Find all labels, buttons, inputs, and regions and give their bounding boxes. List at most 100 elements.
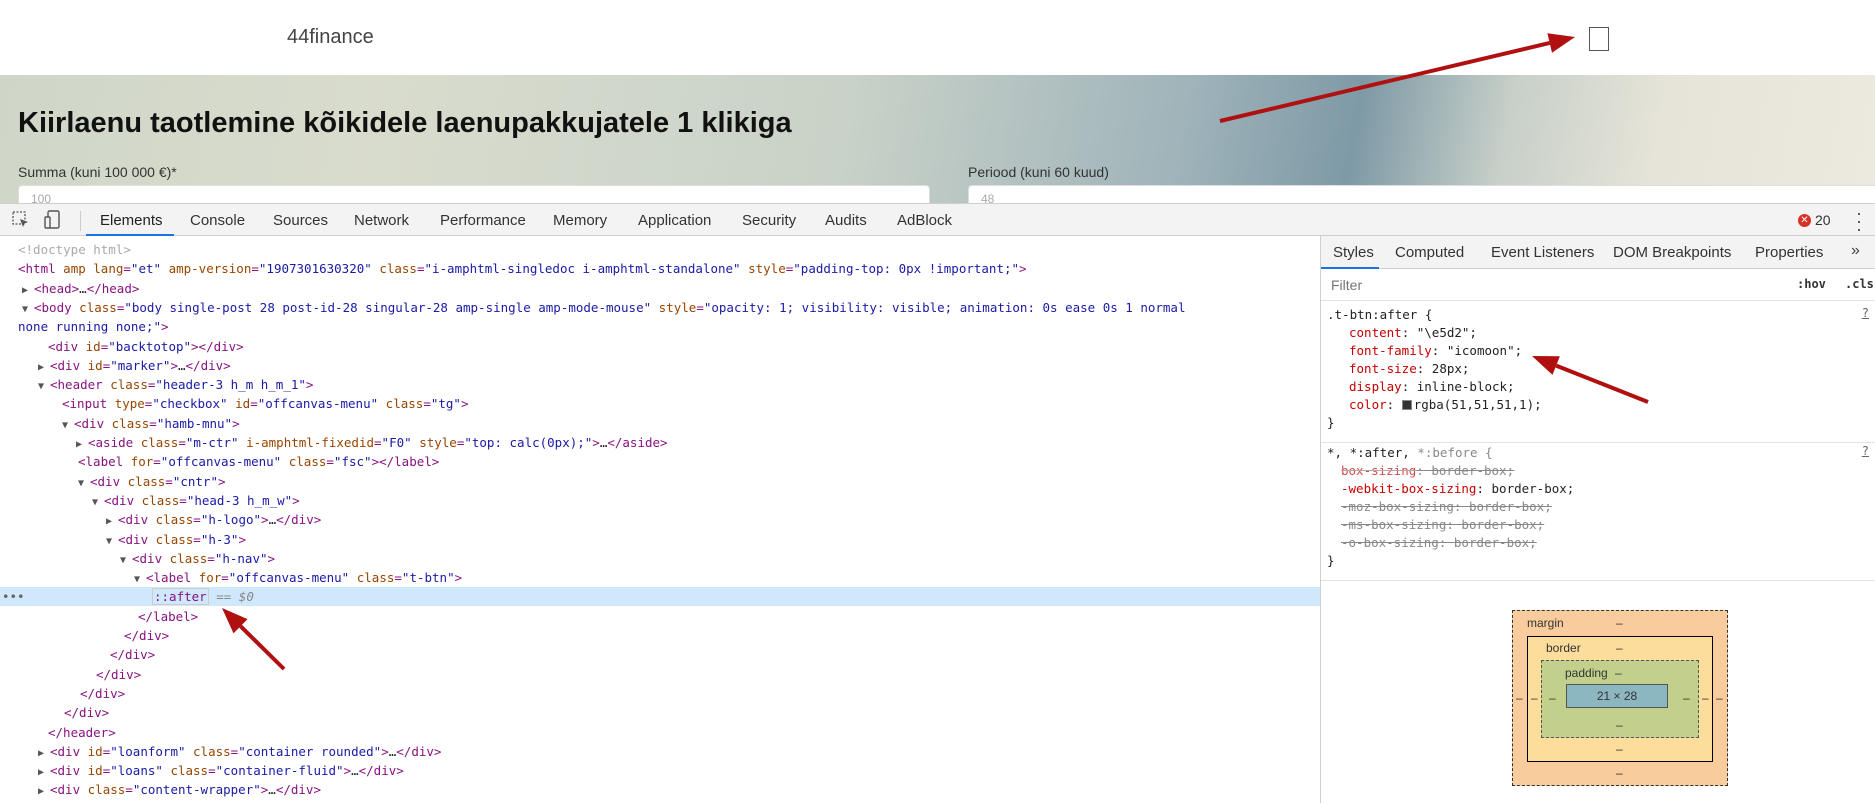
margin-bottom-value[interactable]: – — [1616, 766, 1623, 780]
tab-sources[interactable]: Sources — [273, 212, 328, 229]
dom-tree-node[interactable]: <!doctype html> — [18, 240, 131, 259]
rule-selector-part: *:before { — [1409, 445, 1493, 460]
rule-selector-part: *, *:after, — [1327, 445, 1410, 460]
kebab-menu-icon[interactable]: · · · — [1856, 204, 1862, 238]
dom-tree-node[interactable]: </div> — [80, 684, 125, 703]
padding-left-value[interactable]: – — [1549, 691, 1556, 705]
property-value: "\e5d2"; — [1416, 325, 1477, 340]
dom-tree-node[interactable]: ▼ <header class="header-3 h_m h_m_1"> — [38, 375, 313, 394]
device-toolbar-icon[interactable] — [42, 209, 64, 231]
tab-security[interactable]: Security — [742, 212, 796, 229]
dom-tree-node[interactable]: ▼ <div class="h-3"> — [106, 530, 246, 549]
css-property-overridden[interactable]: box-sizing: border-box; — [1341, 462, 1514, 480]
dom-tree-node[interactable]: ▶ <head>…</head> — [22, 279, 139, 298]
css-property[interactable]: font-size: 28px; — [1349, 360, 1469, 378]
dom-tree-node-selected[interactable]: •••::after == $0 — [0, 587, 1320, 607]
box-model-content[interactable]: 21 × 28 — [1566, 684, 1668, 708]
property-value: border-box; — [1468, 499, 1552, 514]
rule-source-link[interactable]: ? — [1862, 306, 1869, 320]
tab-memory[interactable]: Memory — [553, 212, 607, 229]
period-label: Periood (kuni 60 kuud) — [968, 164, 1109, 180]
dom-tree-node[interactable]: ▶ <div id="loanform" class="container rou… — [38, 742, 441, 761]
tab-performance[interactable]: Performance — [440, 212, 526, 229]
dom-tree-node[interactable]: </div> — [124, 626, 169, 645]
css-property[interactable]: -webkit-box-sizing: border-box; — [1341, 480, 1574, 498]
dom-tree-node[interactable]: </header> — [48, 723, 116, 742]
rule-separator — [1321, 442, 1875, 443]
css-property[interactable]: color: rgba(51,51,51,1); — [1349, 396, 1542, 414]
styles-pane: Styles Computed Event Listeners DOM Brea… — [1321, 236, 1875, 803]
inspect-element-icon[interactable] — [10, 209, 32, 231]
error-icon: ✕ — [1798, 213, 1811, 227]
dom-tree-node[interactable]: <html amp lang="et" amp-version="1907301… — [18, 259, 1027, 278]
dom-tree-node[interactable]: ▶ <aside class="m-ctr" i-amphtml-fixedid=… — [76, 433, 668, 452]
dom-tree-node[interactable]: <div id="backtotop"></div> — [48, 337, 244, 356]
property-value: rgba(51,51,51,1); — [1413, 397, 1542, 412]
tab-computed[interactable]: Computed — [1395, 244, 1464, 261]
tab-dom-breakpoints[interactable]: DOM Breakpoints — [1613, 244, 1731, 261]
dom-tree-node[interactable]: ▶ <div id="loans" class="container-fluid"… — [38, 761, 404, 780]
tab-adblock[interactable]: AdBlock — [897, 212, 952, 229]
dom-tree-node[interactable]: </div> — [96, 665, 141, 684]
border-top-value[interactable]: – — [1616, 641, 1623, 655]
css-property[interactable]: display: inline-block; — [1349, 378, 1515, 396]
margin-left-value[interactable]: – — [1516, 691, 1523, 705]
dom-tree-node[interactable]: <label for="offcanvas-menu" class="fsc">… — [78, 452, 439, 471]
dom-tree-node[interactable]: ▼ <label for="offcanvas-menu" class="t-bt… — [134, 568, 462, 587]
dom-tree-node[interactable]: ▼ <div class="h-nav"> — [120, 549, 275, 568]
dom-tree-node[interactable]: ▶ <div class="content-wrapper">…</div> — [38, 780, 321, 799]
site-logo[interactable]: 44finance — [287, 26, 374, 49]
dom-tree-node[interactable]: ▼ <div class="head-3 h_m_w"> — [92, 491, 300, 510]
padding-top-value[interactable]: – — [1615, 666, 1622, 680]
css-property-overridden[interactable]: -o-box-sizing: border-box; — [1341, 534, 1537, 552]
dom-tree-node[interactable]: none running none;"> — [18, 317, 169, 336]
css-property[interactable]: font-family: "icomoon"; — [1349, 342, 1522, 360]
dom-tree-node[interactable]: </div> — [110, 645, 155, 664]
error-counter[interactable]: ✕ 20 — [1798, 212, 1831, 228]
rule-selector[interactable]: .t-btn:after { — [1327, 306, 1432, 324]
more-tabs-icon[interactable]: » — [1851, 242, 1860, 260]
node-actions-icon: ••• — [2, 589, 25, 605]
property-value: 28px; — [1431, 361, 1470, 376]
margin-top-value[interactable]: – — [1616, 616, 1623, 630]
dom-tree-node[interactable]: ▶ <div class="h-logo">…</div> — [106, 510, 321, 529]
css-property-overridden[interactable]: -moz-box-sizing: border-box; — [1341, 498, 1552, 516]
margin-right-value[interactable]: – — [1716, 691, 1723, 705]
border-left-value[interactable]: – — [1531, 691, 1538, 705]
rule-source-link[interactable]: ? — [1862, 444, 1869, 458]
dom-tree-node[interactable]: ▼ <body class="body single-post 28 post-i… — [22, 298, 1185, 317]
dom-tree-node[interactable]: ▶ <div id="marker">…</div> — [38, 356, 231, 375]
tab-properties[interactable]: Properties — [1755, 244, 1823, 261]
color-swatch-icon[interactable] — [1401, 400, 1412, 410]
css-property-overridden[interactable]: -ms-box-sizing: border-box; — [1341, 516, 1544, 534]
toolbar-separator — [80, 211, 81, 231]
property-value: "icomoon"; — [1446, 343, 1523, 358]
dom-tree-node[interactable]: </label> — [138, 607, 198, 626]
elements-panel[interactable]: <!doctype html> <html amp lang="et" amp-v… — [0, 236, 1320, 803]
styles-filter-input[interactable] — [1327, 274, 1787, 296]
tab-elements[interactable]: Elements — [100, 212, 163, 229]
tab-styles[interactable]: Styles — [1333, 244, 1374, 261]
border-bottom-value[interactable]: – — [1616, 742, 1623, 756]
margin-label: margin — [1527, 616, 1564, 630]
rule-selector[interactable]: *, *:after, *:before { — [1327, 444, 1493, 462]
property-name: -o-box-sizing — [1341, 535, 1439, 550]
tab-console[interactable]: Console — [190, 212, 245, 229]
dom-tree-node[interactable]: ▼ <div class="hamb-mnu"> — [62, 414, 240, 433]
tab-event-listeners[interactable]: Event Listeners — [1491, 244, 1594, 261]
border-right-value[interactable]: – — [1702, 691, 1709, 705]
css-property[interactable]: content: "\e5d2"; — [1349, 324, 1477, 342]
hov-toggle[interactable]: :hov — [1797, 277, 1826, 291]
period-input[interactable]: 48 — [968, 185, 1875, 203]
tab-network[interactable]: Network — [354, 212, 409, 229]
tab-audits[interactable]: Audits — [825, 212, 867, 229]
cls-toggle[interactable]: .cls — [1845, 277, 1874, 291]
hamburger-menu-icon[interactable] — [1589, 27, 1609, 51]
padding-bottom-value[interactable]: – — [1616, 718, 1623, 732]
padding-right-value[interactable]: – — [1683, 691, 1690, 705]
dom-tree-node[interactable]: </div> — [64, 703, 109, 722]
dom-tree-node[interactable]: <input type="checkbox" id="offcanvas-men… — [62, 394, 468, 413]
dom-tree-node[interactable]: ▼ <div class="cntr"> — [78, 472, 226, 491]
amount-input[interactable]: 100 — [18, 185, 930, 203]
tab-application[interactable]: Application — [638, 212, 711, 229]
